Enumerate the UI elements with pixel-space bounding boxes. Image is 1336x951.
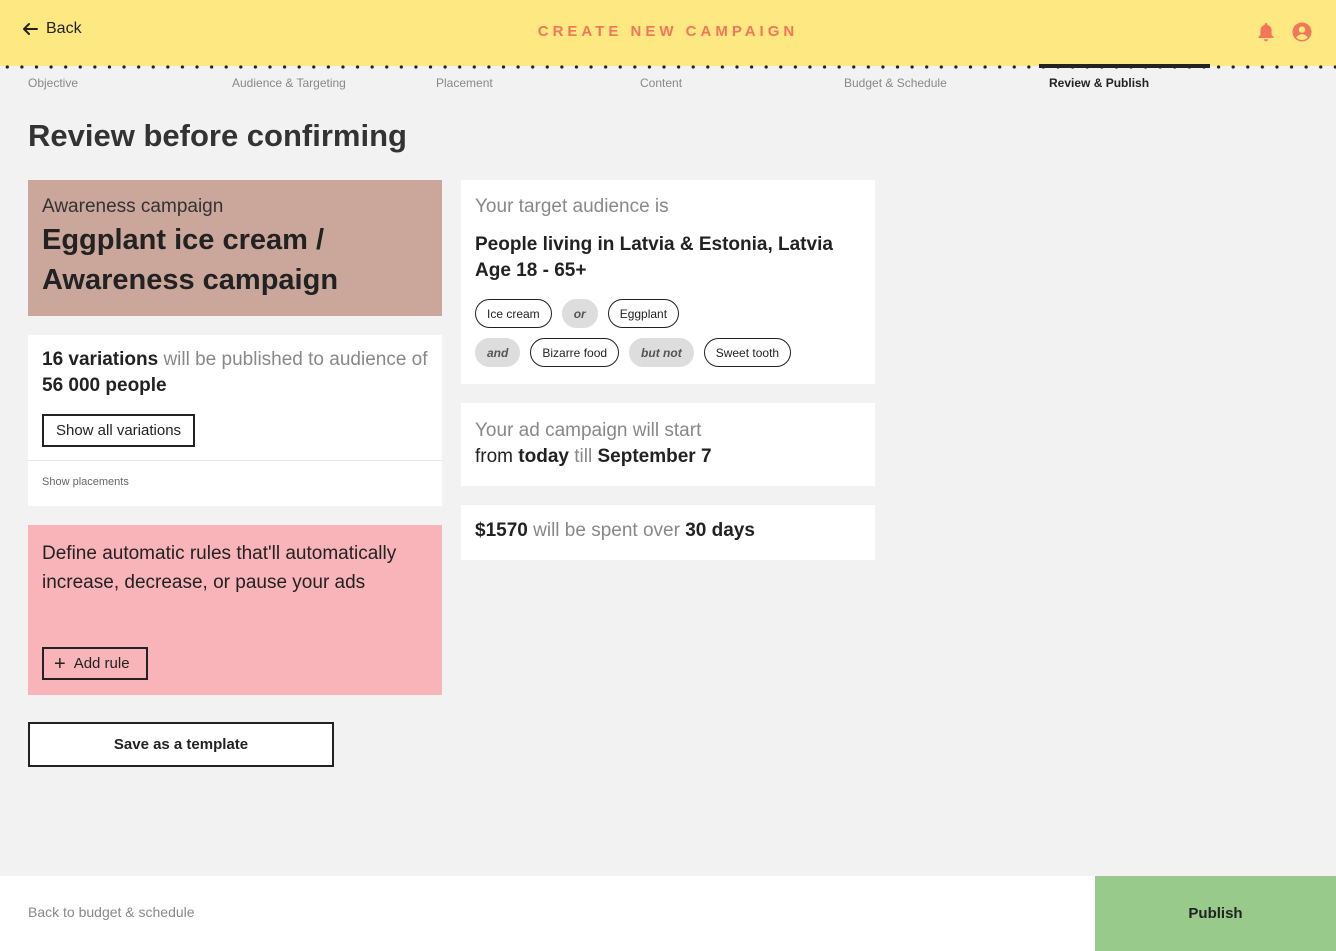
variations-card: 16 variations will be published to audie… xyxy=(28,335,442,506)
step-review-publish[interactable]: Review & Publish xyxy=(1049,76,1149,90)
step-navigation: Objective Audience & Targeting Placement… xyxy=(28,76,1328,92)
campaign-type: Awareness campaign xyxy=(42,196,224,217)
step-content[interactable]: Content xyxy=(640,76,682,90)
schedule-card: Your ad campaign will start from today t… xyxy=(461,403,875,486)
divider xyxy=(28,460,442,461)
step-audience-targeting[interactable]: Audience & Targeting xyxy=(232,76,346,90)
variations-summary: 16 variations will be published to audie… xyxy=(42,347,432,399)
budget-summary: $1570 will be spent over 30 days xyxy=(475,520,755,542)
page-title: Review before confirming xyxy=(28,118,407,153)
audience-details: People living in Latvia & Estonia, Latvi… xyxy=(475,232,855,284)
interest-tag: Sweet tooth xyxy=(703,338,792,367)
step-objective[interactable]: Objective xyxy=(28,76,78,90)
top-bar: Back CREATE NEW CAMPAIGN xyxy=(0,0,1336,66)
campaign-name: Eggplant ice cream / Awareness campaign xyxy=(42,224,339,296)
bell-icon[interactable] xyxy=(1257,22,1275,42)
schedule-start: today xyxy=(518,446,569,467)
audience-location: People living in Latvia & Estonia, Latvi… xyxy=(475,234,833,255)
schedule-till: till xyxy=(574,446,593,467)
step-placement[interactable]: Placement xyxy=(436,76,493,90)
variations-count: 16 variations xyxy=(42,349,159,370)
schedule-end: September 7 xyxy=(597,446,712,467)
budget-amount: $1570 xyxy=(475,520,528,541)
back-to-budget-link[interactable]: Back to budget & schedule xyxy=(28,904,195,920)
operator-tag: or xyxy=(561,299,598,328)
interest-tag: Ice cream xyxy=(475,299,552,328)
variations-middle-text: will be published to audience of xyxy=(163,349,428,370)
budget-middle-text: will be spent over xyxy=(533,520,680,541)
audience-label: Your target audience is xyxy=(475,196,669,217)
budget-card: $1570 will be spent over 30 days xyxy=(461,505,875,560)
add-rule-label: Add rule xyxy=(73,655,130,672)
schedule-line-2: from today till September 7 xyxy=(475,444,712,470)
footer-bar: Back to budget & schedule Publish xyxy=(0,876,1336,951)
audience-size: 56 000 people xyxy=(42,375,167,396)
show-all-variations-button[interactable]: Show all variations xyxy=(42,414,195,447)
interest-tag: Eggplant xyxy=(607,299,680,328)
active-step-indicator xyxy=(1039,64,1210,68)
automatic-rules-card: Define automatic rules that'll automatic… xyxy=(28,525,442,695)
add-rule-button[interactable]: + Add rule xyxy=(42,647,148,680)
rules-description: Define automatic rules that'll automatic… xyxy=(42,543,397,593)
target-audience-card: Your target audience is People living in… xyxy=(461,180,875,384)
campaign-summary-card: Awareness campaign Eggplant ice cream / … xyxy=(28,180,442,316)
app-title: CREATE NEW CAMPAIGN xyxy=(537,23,799,40)
interest-tag: Bizarre food xyxy=(530,338,620,367)
schedule-summary: Your ad campaign will start from today t… xyxy=(475,418,712,470)
operator-tag: and xyxy=(475,338,521,367)
step-budget-schedule[interactable]: Budget & Schedule xyxy=(844,76,947,90)
interest-row-2: and Bizarre food but not Sweet tooth xyxy=(475,338,792,367)
operator-tag: but not xyxy=(629,338,694,367)
schedule-from: from xyxy=(475,446,513,467)
publish-button[interactable]: Publish xyxy=(1095,876,1336,951)
save-template-button[interactable]: Save as a template xyxy=(28,722,334,767)
user-account-icon[interactable] xyxy=(1292,22,1312,42)
budget-duration: 30 days xyxy=(685,520,755,541)
interest-row-1: Ice cream or Eggplant xyxy=(475,299,680,328)
schedule-line-1: Your ad campaign will start xyxy=(475,420,702,441)
audience-age: Age 18 - 65+ xyxy=(475,260,587,281)
plus-icon: + xyxy=(54,652,66,675)
show-placements-link[interactable]: Show placements xyxy=(42,476,129,488)
